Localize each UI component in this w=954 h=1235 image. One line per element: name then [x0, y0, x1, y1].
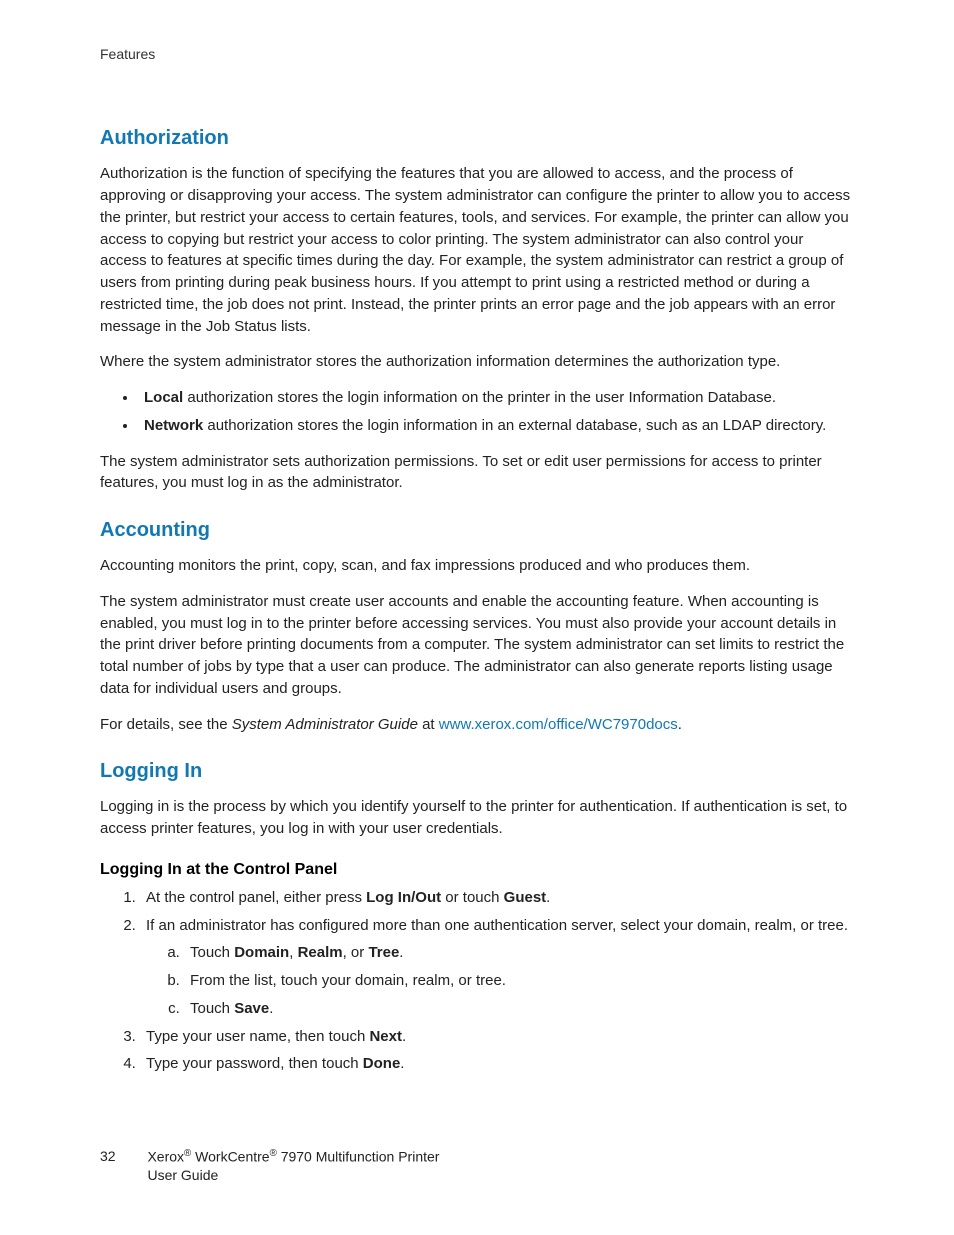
- bold-term: Next: [369, 1028, 402, 1045]
- text: or touch: [441, 889, 504, 906]
- page-number: 32: [100, 1147, 116, 1166]
- text: Touch: [190, 944, 234, 961]
- list-item: Touch Domain, Realm, or Tree.: [184, 942, 854, 964]
- page-footer: 32 Xerox® WorkCentre® 7970 Multifunction…: [100, 1147, 439, 1185]
- text: User Guide: [147, 1167, 218, 1183]
- bold-term: Guest: [504, 889, 547, 906]
- list-item: Type your password, then touch Done.: [140, 1053, 854, 1075]
- bold-term: Domain: [234, 944, 289, 961]
- list-item: Network authorization stores the login i…: [138, 415, 854, 437]
- text: .: [546, 889, 550, 906]
- text: Touch: [190, 1000, 234, 1017]
- bold-term: Save: [234, 1000, 269, 1017]
- paragraph: The system administrator must create use…: [100, 591, 854, 700]
- text: At the control panel, either press: [146, 889, 366, 906]
- list-item: Type your user name, then touch Next.: [140, 1026, 854, 1048]
- document-page: Features Authorization Authorization is …: [0, 0, 954, 1235]
- bold-term: Log In/Out: [366, 889, 441, 906]
- bold-term: Local: [144, 389, 183, 406]
- list-item: At the control panel, either press Log I…: [140, 887, 854, 909]
- heading-accounting: Accounting: [100, 516, 854, 545]
- product-line: Xerox® WorkCentre® 7970 Multifunction Pr…: [147, 1147, 439, 1185]
- list-item: If an administrator has configured more …: [140, 915, 854, 1020]
- text: Xerox: [147, 1148, 184, 1164]
- text: For details, see the: [100, 716, 232, 733]
- paragraph: The system administrator sets authorizat…: [100, 451, 854, 495]
- text: authorization stores the login informati…: [183, 389, 776, 406]
- text: authorization stores the login informati…: [203, 417, 826, 434]
- text: , or: [343, 944, 369, 961]
- bullet-list: Local authorization stores the login inf…: [100, 387, 854, 437]
- text: at: [418, 716, 439, 733]
- italic-text: System Administrator Guide: [232, 716, 418, 733]
- paragraph: Accounting monitors the print, copy, sca…: [100, 555, 854, 577]
- text: WorkCentre: [191, 1148, 269, 1164]
- bold-term: Tree: [368, 944, 399, 961]
- text: .: [400, 1055, 404, 1072]
- text: Type your user name, then touch: [146, 1028, 369, 1045]
- heading-logging-in: Logging In: [100, 757, 854, 786]
- list-item: From the list, touch your domain, realm,…: [184, 970, 854, 992]
- numbered-list: At the control panel, either press Log I…: [100, 887, 854, 1075]
- text: .: [678, 716, 682, 733]
- running-header: Features: [100, 44, 854, 64]
- text: .: [269, 1000, 273, 1017]
- paragraph: Where the system administrator stores th…: [100, 351, 854, 373]
- paragraph: Authorization is the function of specify…: [100, 163, 854, 337]
- registered-icon: ®: [270, 1148, 277, 1159]
- bold-term: Realm: [298, 944, 343, 961]
- subheading-control-panel: Logging In at the Control Panel: [100, 858, 854, 881]
- text: Type your password, then touch: [146, 1055, 363, 1072]
- text: If an administrator has configured more …: [146, 917, 848, 934]
- text: 7970 Multifunction Printer: [277, 1148, 440, 1164]
- bold-term: Network: [144, 417, 203, 434]
- docs-link[interactable]: www.xerox.com/office/WC7970docs: [439, 716, 678, 733]
- list-item: Local authorization stores the login inf…: [138, 387, 854, 409]
- text: .: [402, 1028, 406, 1045]
- list-item: Touch Save.: [184, 998, 854, 1020]
- paragraph: Logging in is the process by which you i…: [100, 796, 854, 840]
- bold-term: Done: [363, 1055, 401, 1072]
- heading-authorization: Authorization: [100, 124, 854, 153]
- text: ,: [289, 944, 297, 961]
- alpha-list: Touch Domain, Realm, or Tree. From the l…: [146, 942, 854, 1019]
- paragraph: For details, see the System Administrato…: [100, 714, 854, 736]
- text: .: [399, 944, 403, 961]
